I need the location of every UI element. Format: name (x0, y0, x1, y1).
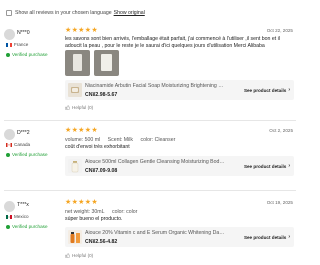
helpful-button[interactable]: Helpful (0) (65, 253, 93, 258)
see-product-details-link[interactable]: See product details › (244, 234, 290, 240)
chevron-right-icon: › (288, 87, 290, 93)
star-icon: ★ (65, 127, 72, 134)
france-flag-icon (6, 42, 12, 47)
reviewer-country: Canada (6, 142, 30, 147)
country-label: Mexico (14, 214, 29, 219)
star-icon: ★ (71, 27, 78, 34)
product-name: Niacinamide Arbutin Facial Soap Moisturi… (85, 83, 225, 89)
verified-label: Verified purchase (12, 152, 48, 157)
product-card[interactable]: Niacinamide Arbutin Facial Soap Moisturi… (65, 80, 294, 100)
product-name: Aiouce 20% Vitamin c and E Serum Organic… (85, 230, 225, 236)
see-product-details-label: See product details (243, 234, 287, 240)
product-card[interactable]: Aiouce 20% Vitamin c and E Serum Organic… (65, 227, 294, 247)
language-filter-label: Show all reviews in your chosen language (15, 10, 112, 16)
star-icon: ★ (91, 199, 98, 206)
product-name: Aiouce 500ml Collagen Gentle Cleansing M… (85, 159, 225, 165)
helpful-count: Helpful (0) (72, 105, 94, 110)
star-icon: ★ (84, 27, 92, 34)
verified-check-icon (6, 152, 10, 157)
reviewer-name: D***2 (17, 130, 30, 136)
reviewer-name: N***0 (17, 30, 30, 36)
verified-check-icon (6, 52, 10, 57)
sku-attribute: net weight: 30mL (65, 209, 105, 215)
reviewer-name: T***x (17, 202, 29, 208)
star-icon: ★ (65, 27, 72, 34)
star-icon: ★ (84, 199, 92, 206)
see-product-details-link[interactable]: See product details › (244, 163, 290, 169)
helpful-button[interactable]: Helpful (0) (65, 105, 93, 110)
show-original-link[interactable]: Show original (114, 10, 145, 16)
language-filter-bar: Show all reviews in your chosen language… (6, 7, 294, 19)
product-image (68, 230, 82, 244)
product-image (68, 159, 82, 173)
sku-attribute: color: Cleanser (140, 137, 176, 143)
verified-badge: Verified purchase (6, 224, 48, 229)
verified-badge: Verified purchase (6, 152, 48, 157)
product-price: CN¥2.56-4.82 (85, 239, 118, 245)
country-label: France (14, 42, 29, 47)
verified-check-icon (6, 224, 10, 229)
chevron-right-icon: › (288, 234, 290, 240)
review-text: súper bueno el producto. (65, 216, 123, 222)
reviewer-country: France (6, 42, 28, 47)
product-image (68, 83, 82, 97)
show-all-languages-checkbox[interactable] (6, 10, 12, 16)
product-card[interactable]: Aiouce 500ml Collagen Gentle Cleansing M… (65, 156, 294, 176)
review-card: T***x Mexico Verified purchase ★ ★ ★ ★ ★… (4, 197, 296, 263)
star-icon: ★ (84, 127, 92, 134)
star-rating: ★ ★ ★ ★ ★ (65, 199, 98, 206)
star-icon: ★ (78, 127, 85, 134)
star-icon: ★ (65, 199, 72, 206)
sku-attribute: volume: 500 ml (65, 137, 101, 143)
mexico-flag-icon (6, 214, 12, 219)
verified-badge: Verified purchase (6, 52, 48, 57)
star-icon: ★ (78, 199, 85, 206)
review-card: N***0 France Verified purchase ★ ★ ★ ★ ★… (4, 25, 296, 115)
helpful-count: Helpful (0) (72, 253, 94, 258)
review-divider (4, 120, 296, 121)
star-rating: ★ ★ ★ ★ ★ (65, 27, 98, 34)
review-divider (4, 190, 296, 191)
sku-attribute: color: color (111, 209, 138, 215)
avatar (4, 129, 15, 140)
star-rating: ★ ★ ★ ★ ★ (65, 127, 98, 134)
star-icon: ★ (91, 27, 98, 34)
avatar (4, 29, 15, 40)
verified-label: Verified purchase (12, 224, 48, 229)
star-icon: ★ (78, 27, 85, 34)
review-photo[interactable] (65, 50, 90, 76)
see-product-details-link[interactable]: See product details › (244, 87, 290, 93)
verified-label: Verified purchase (12, 52, 48, 57)
thumbs-up-icon (65, 105, 70, 110)
reviewer-country: Mexico (6, 214, 29, 219)
see-product-details-label: See product details (243, 87, 287, 93)
sku-attributes: volume: 500 ml Scent: Milk color: Cleans… (65, 137, 181, 143)
sku-attribute: Scent: Milk (107, 137, 134, 143)
canada-flag-icon (6, 142, 12, 147)
review-text: coût d'envoi très exhorbitant (65, 144, 130, 150)
star-icon: ★ (71, 127, 78, 134)
review-date: Oct 22, 2025 (266, 28, 293, 33)
review-photo[interactable] (94, 50, 119, 76)
product-price: CN¥2.98-5.67 (85, 92, 118, 98)
star-icon: ★ (71, 199, 78, 206)
country-label: Canada (14, 142, 31, 147)
review-photos (65, 50, 119, 76)
chevron-right-icon: › (288, 163, 290, 169)
review-date: Oct 2, 2025 (269, 128, 293, 133)
thumbs-up-icon (65, 253, 70, 258)
star-icon: ★ (91, 127, 98, 134)
sku-attributes: net weight: 30mL color: color (65, 209, 143, 215)
review-date: Oct 19, 2025 (266, 200, 293, 205)
review-text: les savons sont bien arrivés, l'emballag… (65, 36, 280, 49)
product-price: CN¥7.09-9.08 (85, 168, 118, 174)
review-card: D***2 Canada Verified purchase ★ ★ ★ ★ ★… (4, 125, 296, 177)
see-product-details-label: See product details (243, 163, 287, 169)
avatar (4, 201, 15, 212)
